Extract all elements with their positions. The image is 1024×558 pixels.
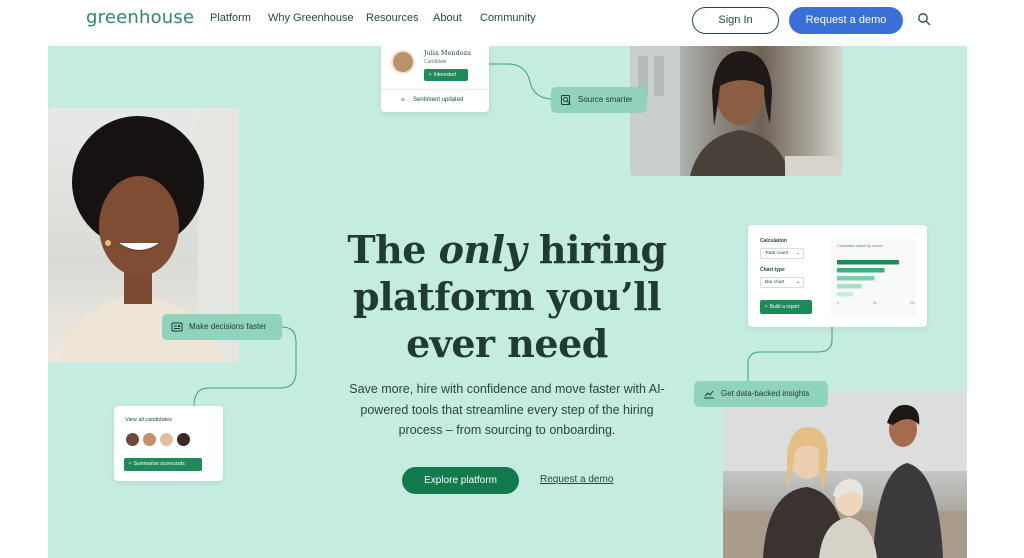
- candidate-name: Julia Mendoza: [424, 49, 471, 57]
- calculation-select-value: Total count: [765, 251, 789, 256]
- report-builder-card[interactable]: Calculation Total count ⌄ Chart type Bar …: [748, 225, 927, 327]
- mini-chart-bar: [837, 268, 885, 273]
- candidate-card[interactable]: Julia Mendoza Candidate ✧ Interested ✧ S…: [381, 46, 489, 112]
- sparkle-icon: ✧: [400, 97, 406, 104]
- candidate-role: Candidate: [424, 59, 447, 65]
- avatar: [158, 431, 175, 448]
- avatar: [141, 431, 158, 448]
- explore-platform-button[interactable]: Explore platform: [402, 467, 519, 494]
- calculation-label: Calculation: [760, 238, 787, 244]
- chevron-down-icon: ⌄: [795, 251, 800, 256]
- avatar: [175, 431, 192, 448]
- nav-link-resources[interactable]: Resources: [366, 12, 419, 24]
- search-icon[interactable]: [917, 12, 931, 26]
- photo-man-bearded: [630, 46, 842, 176]
- card-divider: [381, 89, 489, 90]
- mini-chart-bar: [837, 292, 853, 297]
- build-report-button[interactable]: ✧ Build a report: [760, 300, 812, 314]
- mini-chart-bars: 0 5k 10k: [837, 260, 915, 305]
- hero-subtext: Save more, hire with confidence and move…: [349, 382, 665, 437]
- request-demo-link[interactable]: Request a demo: [540, 474, 613, 485]
- pill-source-label: Source smarter: [578, 95, 633, 104]
- mini-chart-tick-label: 0: [837, 301, 839, 305]
- interested-badge: ✧ Interested: [424, 69, 468, 81]
- mini-bar-chart: Candidates added by source 0 5k 10k: [830, 239, 916, 317]
- hero-section: Julia Mendoza Candidate ✧ Interested ✧ S…: [48, 46, 967, 558]
- pill-get-data-backed-insights: Get data-backed insights: [694, 381, 828, 407]
- build-report-button-label: Build a report: [769, 304, 800, 310]
- greenhouse-logo[interactable]: greenhouse: [86, 7, 194, 28]
- request-demo-button[interactable]: Request a demo: [789, 7, 903, 34]
- search-document-icon: [561, 95, 571, 105]
- summarize-scorecards-label: Summarize scorecards: [133, 461, 185, 467]
- mini-chart-bar: [837, 276, 875, 281]
- nav-link-platform[interactable]: Platform: [210, 12, 251, 24]
- sign-in-button[interactable]: Sign In: [692, 7, 779, 34]
- view-candidates-card[interactable]: View all candidates ✧ Summarize scorecar…: [114, 406, 223, 481]
- chevron-down-icon: ⌄: [795, 280, 800, 285]
- summarize-scorecards-button[interactable]: ✧ Summarize scorecards: [124, 458, 202, 471]
- chart-type-select[interactable]: Bar chart ⌄: [760, 277, 804, 288]
- pill-source-smarter: Source smarter: [551, 87, 647, 113]
- nav-link-community[interactable]: Community: [480, 12, 536, 24]
- sentiment-status: Sentiment updated: [413, 97, 464, 103]
- view-candidates-title: View all candidates: [125, 417, 172, 423]
- avatar: [124, 431, 141, 448]
- photo-team-meeting: [723, 391, 967, 558]
- pill-make-decisions-faster: Make decisions faster: [162, 314, 282, 340]
- trend-chart-icon: [704, 390, 714, 399]
- chart-type-label: Chart type: [760, 267, 785, 273]
- calculation-select[interactable]: Total count ⌄: [760, 248, 804, 259]
- hero-headline: The only hiring platform you’ll ever nee…: [328, 226, 686, 367]
- mini-chart-tick-label: 10k: [909, 301, 915, 305]
- nav-link-why-greenhouse[interactable]: Why Greenhouse: [268, 12, 354, 24]
- headline-part-1: The: [347, 227, 439, 272]
- chart-type-select-value: Bar chart: [765, 280, 785, 285]
- top-nav: greenhouse Platform Why Greenhouse Resou…: [0, 0, 1024, 46]
- interested-badge-label: Interested: [433, 72, 456, 78]
- pill-decide-label: Make decisions faster: [189, 322, 267, 331]
- mini-chart-bar: [837, 284, 862, 289]
- mini-chart-bar: [837, 260, 899, 265]
- headline-emphasis: only: [438, 227, 527, 272]
- scorecard-icon: [171, 322, 183, 332]
- nav-link-about[interactable]: About: [433, 12, 462, 24]
- candidate-avatar: [391, 50, 415, 74]
- mini-chart-tick-label: 5k: [873, 301, 877, 305]
- pill-insights-label: Get data-backed insights: [721, 389, 810, 398]
